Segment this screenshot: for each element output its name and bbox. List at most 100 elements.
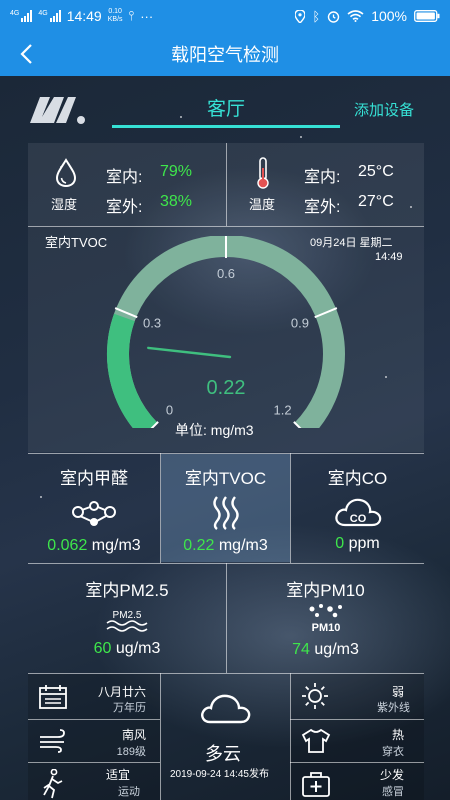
uv-level: 弱 [391, 685, 404, 699]
co-cloud-icon: CO [334, 498, 381, 527]
calendar-label: 万年历 [113, 702, 146, 714]
main-content: 客厅 添加设备 湿度 室内: 79% 室外: 38% 温度 室内: 25°C 室… [0, 76, 450, 800]
weather-divider-v1 [160, 673, 161, 800]
sport-level: 适宜 [105, 768, 130, 782]
metric-value: 0 [335, 535, 345, 552]
signal-icon: 4G [38, 10, 61, 22]
temperature-label: 温度 [249, 197, 276, 212]
metric-pm25[interactable]: 室内PM2.5 PM2.5 60 ug/m3 [28, 576, 226, 658]
signal-icon: 4G [10, 10, 33, 22]
gauge-fill [107, 313, 158, 428]
lunar-date: 八月廿六 [97, 685, 146, 699]
gauge-tick-label: 0.6 [217, 266, 235, 281]
metric-reading: 74 ug/m3 [227, 641, 424, 659]
metric-value: 60 [93, 640, 112, 657]
back-button[interactable] [12, 40, 42, 68]
gauge-unit: 单位: mg/m3 [175, 422, 254, 438]
temperature-outdoor-label: 室外: [304, 199, 341, 216]
uv-label: 紫外线 [377, 702, 410, 714]
page-title: 载阳空气检测 [171, 45, 279, 65]
room-tab-label: 客厅 [206, 99, 245, 120]
metric-title: 室内PM10 [286, 581, 365, 600]
metric-tvoc[interactable]: 室内TVOC 0.22 mg/m3 [161, 464, 290, 555]
metric-unit: ug/m3 [314, 641, 359, 658]
title-bar: 载阳空气检测 [0, 32, 450, 76]
metric-title: 室内CO [327, 469, 388, 488]
metric-value: 74 [292, 641, 310, 658]
metric-unit: mg/m3 [91, 537, 141, 554]
water-drop-icon [55, 158, 77, 188]
molecule-icon [72, 501, 116, 526]
weather-condition: 多云 [205, 744, 241, 764]
tab-underline [112, 125, 340, 128]
dress-item[interactable]: 热 穿衣 [291, 720, 424, 762]
temperature-outdoor-value: 27°C [358, 193, 394, 210]
metric-reading: 0 ppm [291, 535, 424, 553]
metric-reading: 60 ug/m3 [28, 640, 226, 658]
tshirt-icon [301, 728, 331, 753]
sport-label: 运动 [118, 786, 140, 798]
location-icon [295, 9, 306, 23]
sport-item[interactable]: 适宜 运动 [28, 763, 160, 800]
dress-label: 穿衣 [382, 746, 404, 758]
metric-value: 0.22 [183, 537, 215, 554]
cold-level: 少发 [379, 768, 404, 782]
add-device-button[interactable]: 添加设备 [354, 99, 414, 120]
battery-percent: 100% [371, 8, 407, 24]
wind-level: 189级 [116, 746, 146, 758]
metric-value: 0.062 [47, 537, 88, 554]
humidity-outdoor-label: 室外: [106, 199, 143, 216]
network-speed: 0.10 KB/s [107, 8, 123, 23]
pm10-icon: PM10 [309, 604, 342, 634]
humidity-indoor-value: 79% [160, 163, 193, 180]
gauge-time: 14:49 [375, 251, 403, 263]
gauge-needle [147, 346, 232, 359]
battery-icon [414, 10, 440, 22]
calendar-icon [39, 685, 67, 709]
calendar-item[interactable]: 八月廿六 万年历 [28, 674, 160, 719]
climate-divider [226, 143, 227, 226]
bluetooth-icon: ᛒ [312, 8, 321, 24]
wind-icon [40, 729, 65, 753]
gauge-tick-label: 0.9 [291, 315, 309, 330]
metric-title: 室内PM2.5 [85, 581, 169, 600]
humidity-outdoor-value: 38% [160, 193, 193, 210]
tab-living-room[interactable]: 客厅 [112, 94, 340, 128]
uv-item[interactable]: 弱 紫外线 [291, 674, 424, 719]
wifi-icon [347, 10, 364, 22]
weather-published: 2019-09-24 14:45发布 [170, 769, 269, 780]
metric-pm10[interactable]: 室内PM10 PM10 74 ug/m3 [227, 576, 424, 659]
temperature-indoor-label: 室内: [304, 169, 341, 186]
svg-text:PM2.5: PM2.5 [113, 610, 142, 621]
back-arrow-icon [20, 44, 32, 64]
thermometer-icon [257, 157, 269, 189]
usb-icon: ⫯ [128, 8, 135, 23]
dress-level: 热 [391, 728, 404, 742]
metric-reading: 0.22 mg/m3 [161, 537, 290, 555]
metric-formaldehyde[interactable]: 室内甲醛 0.062 mg/m3 [28, 464, 160, 555]
status-bar: 4G 4G 14:49 0.10 KB/s ⫯ ··· ᛒ 100% [0, 0, 450, 32]
gauge-tick-label: 1.2 [274, 403, 292, 418]
pm25-icon: PM2.5 [106, 610, 148, 632]
brand-logo [30, 97, 85, 124]
gauge-value: 0.22 [207, 377, 246, 399]
metric-unit: ppm [348, 535, 380, 552]
metric-reading: 0.062 mg/m3 [28, 537, 160, 555]
cloudy-icon [201, 694, 251, 724]
gauge-tick-label: 0.3 [143, 315, 161, 330]
sun-icon [302, 683, 328, 709]
running-icon [43, 769, 63, 799]
more-notifications: ··· [140, 8, 154, 24]
wind-item[interactable]: 南风 189级 [28, 720, 160, 762]
temperature-indoor-value: 25°C [358, 163, 394, 180]
status-time: 14:49 [66, 8, 102, 24]
gauge-divider-top [28, 226, 424, 227]
wind-direction: 南风 [121, 728, 146, 742]
metric-co[interactable]: 室内CO CO 0 ppm [291, 464, 424, 553]
svg-text:PM10: PM10 [311, 622, 340, 634]
wave-icon [212, 496, 239, 530]
gauge-tick-label: 0 [166, 403, 173, 418]
svg-text:CO: CO [349, 513, 366, 525]
cold-label: 感冒 [382, 786, 404, 798]
cold-item[interactable]: 少发 感冒 [291, 763, 424, 800]
